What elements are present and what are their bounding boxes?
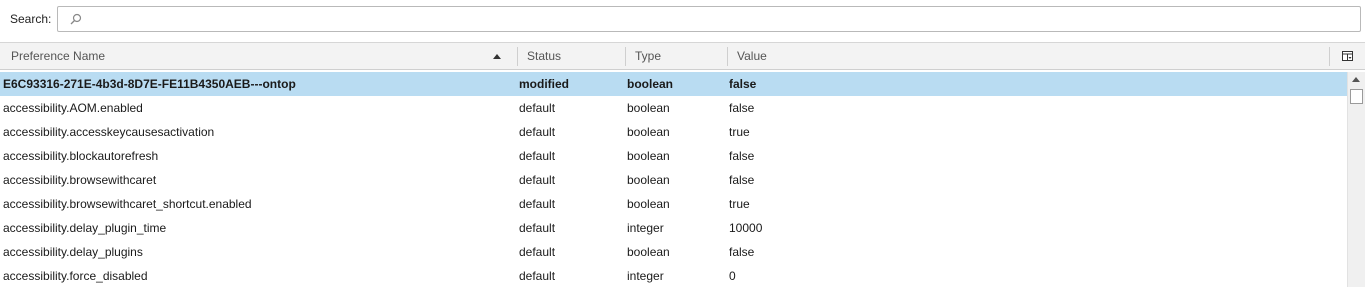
type-cell: boolean: [627, 245, 670, 259]
type-cell: boolean: [627, 173, 670, 187]
column-header-type[interactable]: Type: [635, 43, 661, 70]
status-cell: default: [519, 221, 556, 235]
value-cell: false: [729, 77, 757, 91]
preference-name-cell: accessibility.delay_plugin_time: [3, 221, 167, 235]
type-cell: boolean: [627, 197, 670, 211]
type-cell: boolean: [627, 149, 670, 163]
status-cell: default: [519, 197, 556, 211]
table-row[interactable]: accessibility.AOM.enabled default boolean f…: [0, 96, 1347, 120]
type-cell: boolean: [627, 101, 670, 115]
vertical-scrollbar[interactable]: [1347, 72, 1365, 287]
search-icon: [70, 13, 82, 25]
column-resizer[interactable]: [517, 47, 518, 66]
value-cell: true: [729, 197, 750, 211]
search-bar: Search:: [0, 0, 1365, 40]
status-cell: default: [519, 125, 556, 139]
status-cell: default: [519, 149, 556, 163]
table-row[interactable]: accessibility.force_disabled default integ…: [0, 264, 1347, 288]
scrollbar-thumb[interactable]: [1350, 89, 1363, 104]
status-cell: default: [519, 173, 556, 187]
preference-name-cell: E6C93316-271E-4b3d-8D7E-FE11B4350AEB---o…: [3, 77, 296, 91]
preferences-table: E6C93316-271E-4b3d-8D7E-FE11B4350AEB---o…: [0, 72, 1347, 288]
type-cell: integer: [627, 269, 664, 283]
preference-name-cell: accessibility.delay_plugins: [3, 245, 143, 259]
type-cell: integer: [627, 221, 664, 235]
value-cell: 0: [729, 269, 736, 283]
table-row[interactable]: accessibility.delay_plugins default boolea…: [0, 240, 1347, 264]
value-cell: true: [729, 125, 750, 139]
column-picker-icon[interactable]: [1342, 51, 1353, 61]
status-cell: modified: [519, 77, 569, 91]
column-resizer[interactable]: [625, 47, 626, 66]
table-row-selected[interactable]: E6C93316-271E-4b3d-8D7E-FE11B4350AEB---o…: [0, 72, 1347, 96]
preference-name-cell: accessibility.accesskeycausesactivation: [3, 125, 215, 139]
column-header-preference-name[interactable]: Preference Name: [11, 43, 105, 70]
preference-name-cell: accessibility.force_disabled: [3, 269, 148, 283]
column-header-row: Preference Name Status Type Value: [0, 42, 1365, 70]
preference-name-cell: accessibility.blockautorefresh: [3, 149, 159, 163]
value-cell: false: [729, 173, 755, 187]
column-header-status[interactable]: Status: [527, 43, 561, 70]
value-cell: false: [729, 149, 755, 163]
value-cell: false: [729, 101, 755, 115]
table-row[interactable]: accessibility.browsewithcaret_shortcut.e…: [0, 192, 1347, 216]
preference-name-cell: accessibility.browsewithcaret: [3, 173, 157, 187]
preference-name-cell: accessibility.browsewithcaret_shortcut.e…: [3, 197, 252, 211]
table-row[interactable]: accessibility.delay_plugin_time default in…: [0, 216, 1347, 240]
column-resizer[interactable]: [1329, 47, 1330, 66]
search-label: Search:: [10, 12, 52, 26]
value-cell: 10000: [729, 221, 763, 235]
status-cell: default: [519, 101, 556, 115]
sort-ascending-icon: [493, 54, 501, 59]
type-cell: boolean: [627, 125, 670, 139]
column-resizer[interactable]: [727, 47, 728, 66]
scroll-up-arrow-icon[interactable]: [1352, 77, 1360, 82]
column-header-value[interactable]: Value: [737, 43, 767, 70]
type-cell: boolean: [627, 77, 674, 91]
search-field[interactable]: [57, 6, 1361, 33]
status-cell: default: [519, 269, 556, 283]
table-row[interactable]: accessibility.accesskeycausesactivation d…: [0, 120, 1347, 144]
value-cell: false: [729, 245, 755, 259]
table-row[interactable]: accessibility.browsewithcaret default bool…: [0, 168, 1347, 192]
status-cell: default: [519, 245, 556, 259]
search-input[interactable]: [88, 7, 1352, 33]
table-row[interactable]: accessibility.blockautorefresh default boo…: [0, 144, 1347, 168]
preference-name-cell: accessibility.AOM.enabled: [3, 101, 143, 115]
